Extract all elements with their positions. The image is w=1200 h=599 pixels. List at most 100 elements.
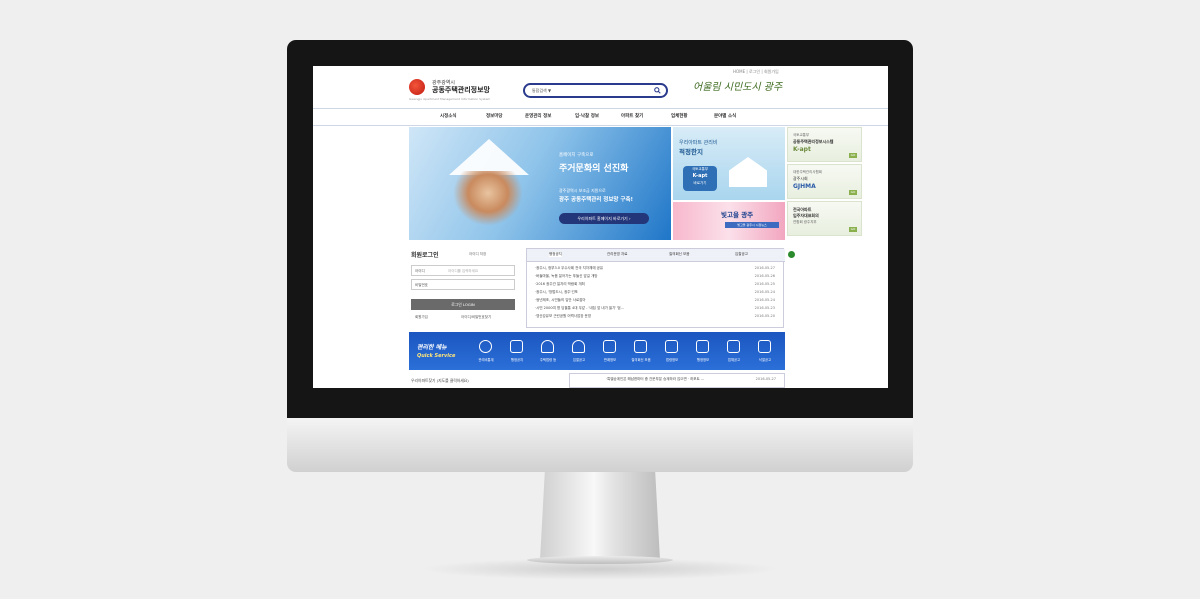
image-icon <box>603 340 616 353</box>
more-plus-icon[interactable] <box>788 251 795 258</box>
news-title: ·시민 2000여 명 담을통 4대 우갚 - '내집 앞 내가 쓸기' 범..… <box>535 306 624 310</box>
spring-banner-sub: 빛고을 광주시 시정뉴스 <box>725 222 779 228</box>
side-banner-2-l2: 대한주택관리사협회 <box>793 170 822 174</box>
precedent-item-date: 2016-05-27 <box>755 377 776 381</box>
nav-item-companies[interactable]: 업체현황 <box>671 113 688 119</box>
tab-bidding[interactable]: 입찰공고 <box>735 252 748 257</box>
quick-item-bid-notice[interactable]: 입찰공고 <box>566 338 592 368</box>
search-category-select[interactable]: 통합검색 ▼ <box>532 88 551 94</box>
news-date: 2016-05-23 <box>754 306 775 310</box>
quick-label: 법령정보 <box>665 358 679 362</box>
list-item[interactable]: ·2016 광주관 일자리 박람회 개최 2016-05-25 <box>535 282 775 287</box>
nav-item-city-news[interactable]: 시정소식 <box>440 113 457 119</box>
globe-icon <box>479 340 492 353</box>
tab-admin-notice[interactable]: 행정공지 <box>549 252 562 257</box>
list-item[interactable]: ·광주시, '방법도시, 광주'선포 2016-05-24 <box>535 290 775 295</box>
people-icon <box>541 340 554 353</box>
quick-label: 질의회신 모음 <box>631 358 651 362</box>
hero-line3: 광주광역시 보조금 지원으로 <box>559 188 606 193</box>
go-button[interactable]: GO <box>849 153 857 158</box>
nav-item-operation[interactable]: 운영관리 정보 <box>525 113 551 119</box>
quick-label: 행정정보 <box>696 358 710 362</box>
bottom-section: 우리아파트찾기 (지도를 클릭하세요) ·특별승계인은 해납한마터 중 간운부분… <box>409 373 785 388</box>
side-banner-gjhma[interactable]: 대한주택관리사협회 광주시회 GJHMA GO <box>787 164 862 199</box>
quick-item-admin-info[interactable]: 행정정보 <box>690 338 716 368</box>
tab-management-data[interactable]: 관리운영 자료 <box>607 252 627 257</box>
top-links[interactable]: HOME | 로그인 | 회원가입 <box>733 69 779 75</box>
list-item[interactable]: ·시민 2000여 명 담을통 4대 우갚 - '내집 앞 내가 쓸기' 범..… <box>535 306 775 311</box>
hero-homepage-button[interactable]: 우리아파트 홈페이지 바로가기 › <box>559 213 649 224</box>
kapt-badge-name: K-apt <box>692 173 708 179</box>
login-button[interactable]: 로그인 LOGIN <box>411 299 515 310</box>
go-button[interactable]: GO <box>849 227 857 232</box>
id-field[interactable]: 아이디 아이디를 입력하세요 <box>411 265 515 276</box>
save-id-checkbox[interactable]: 아이디 저장 <box>469 252 486 257</box>
city-logo-icon[interactable] <box>409 79 425 95</box>
quick-item-fee-stats[interactable]: 관리비통계 <box>473 338 499 368</box>
news-title: ·버들마을, 녹음 짙어가는 푸들신 앞길 개방 <box>535 274 598 278</box>
side-banner-kapt[interactable]: 국토교통부 공동주택관리정보시스템 K-apt GO <box>787 127 862 162</box>
news-title: ·2016 광주관 일자리 박람회 개최 <box>535 282 585 286</box>
quick-item-admin-notice[interactable]: 행정공지 <box>504 338 530 368</box>
quick-item-law-info[interactable]: 법령정보 <box>659 338 685 368</box>
find-account-link[interactable]: 아이디/비밀번호찾기 <box>461 315 491 320</box>
password-field[interactable]: 비밀번호 <box>411 279 515 290</box>
spring-banner-title: 빛고을 광주 <box>721 211 754 219</box>
side-banner-2-l4: GJHMA <box>793 183 816 190</box>
go-button[interactable]: GO <box>849 190 857 195</box>
quick-item-housing-law[interactable]: 주택법령 등 <box>535 338 561 368</box>
tab-qna[interactable]: 질의회신 모음 <box>669 252 689 257</box>
house-icon <box>729 157 767 187</box>
id-placeholder: 아이디를 입력하세요 <box>448 269 479 273</box>
kapt-badge[interactable]: 국토교통부 K-apt 바로가기 <box>683 166 717 191</box>
list-item[interactable]: ·영산강유보 근린공원 어쩍사업장 운영 2016-05-20 <box>535 314 775 319</box>
quick-item-company-notice[interactable]: 업체공고 <box>721 338 747 368</box>
monitor-stand-base <box>527 556 673 564</box>
find-apartment-title[interactable]: 우리아파트찾기 (지도를 클릭하세요) <box>411 378 469 384</box>
quick-label: 관리비통계 <box>478 358 494 362</box>
quick-item-qna[interactable]: 질의회신 모음 <box>628 338 654 368</box>
list-item[interactable]: ·광주시, 정부3.0 우수사례 전국 지자체에 공유 2016-05-27 <box>535 266 775 271</box>
family-photo <box>453 171 523 226</box>
join-link[interactable]: 회원가입 <box>415 315 428 320</box>
monitor-icon <box>758 340 771 353</box>
quick-item-precedents[interactable]: 판례정보 <box>597 338 623 368</box>
list-icon <box>665 340 678 353</box>
hero-line4: 광주 공동주택관리 정보망 구축! <box>559 197 634 203</box>
news-title: ·쌍년제조, 시민들의 입안 사로잡아 <box>535 298 586 302</box>
calendar-icon <box>510 340 523 353</box>
side-banner-residents[interactable]: 전국아파트 입주자대표회의 연합회 광주지부 GO <box>787 201 862 236</box>
list-item[interactable]: ·버들마을, 녹음 짙어가는 푸들신 앞길 개방 2016-05-26 <box>535 274 775 279</box>
search-input[interactable]: 통합검색 ▼ <box>523 83 668 98</box>
notice-tabs: 행정공지 관리운영 자료 질의회신 모음 입찰공고 <box>527 249 785 262</box>
precedent-item-title[interactable]: ·특별승계인은 해납한마터 중 간운부분 승계하라 않으면 · 하포트 ... <box>606 377 704 382</box>
quick-item-award-notice[interactable]: 낙찰공고 <box>752 338 778 368</box>
nav-item-bidding[interactable]: 입·낙찰 정보 <box>575 113 599 119</box>
search-icon[interactable] <box>654 87 661 94</box>
kapt-badge-go: 바로가기 <box>693 181 707 185</box>
side-banner-1-l3: K-apt <box>793 146 811 153</box>
nav-item-info[interactable]: 정보마당 <box>486 113 503 119</box>
nav-item-find-apartment[interactable]: 아파트 찾기 <box>621 113 643 119</box>
quick-service-bar: 편리한 메뉴 Quick Service 관리비통계 행정공지 주택법령 등 입… <box>409 332 785 370</box>
hero-headline: 주거문화의 선진화 <box>559 164 629 174</box>
logo-name[interactable]: 공동주택관리정보망 <box>432 85 490 95</box>
side-banner-3-l3: 입주자대표회의 <box>793 213 819 218</box>
notice-board: 행정공지 관리운영 자료 질의회신 모음 입찰공고 ·광주시, 정부3.0 우수… <box>526 248 785 328</box>
kapt-banner[interactable]: 우리아파트 관리비 적정한지 국토교통부 K-apt 바로가기 <box>673 127 785 200</box>
list-item[interactable]: ·쌍년제조, 시민들의 입안 사로잡아 2016-05-24 <box>535 298 775 303</box>
spring-banner[interactable]: 빛고을 광주 빛고을 광주시 시정뉴스 <box>673 202 785 240</box>
person-icon <box>572 340 585 353</box>
quick-label: 행정공지 <box>510 358 524 362</box>
quick-label: 업체공고 <box>727 358 741 362</box>
hero-banner[interactable]: 홈페이지 구축으로 주거문화의 선진화 광주광역시 보조금 지원으로 광주 공동… <box>409 127 671 240</box>
monitor-chin <box>287 418 913 472</box>
quick-label: 낙찰공고 <box>758 358 772 362</box>
monitor-stand-neck <box>540 472 660 560</box>
main-nav: 시정소식 정보마당 운영관리 정보 입·낙찰 정보 아파트 찾기 업체현황 분야… <box>313 108 888 126</box>
hero-line1: 홈페이지 구축으로 <box>559 153 594 158</box>
nav-item-field-news[interactable]: 분야별 소식 <box>714 113 736 119</box>
password-label: 비밀번호 <box>415 283 428 287</box>
precedent-list: ·특별승계인은 해납한마터 중 간운부분 승계하라 않으면 · 하포트 ... … <box>569 373 785 388</box>
side-banner-3-l4: 연합회 광주지부 <box>793 220 817 224</box>
